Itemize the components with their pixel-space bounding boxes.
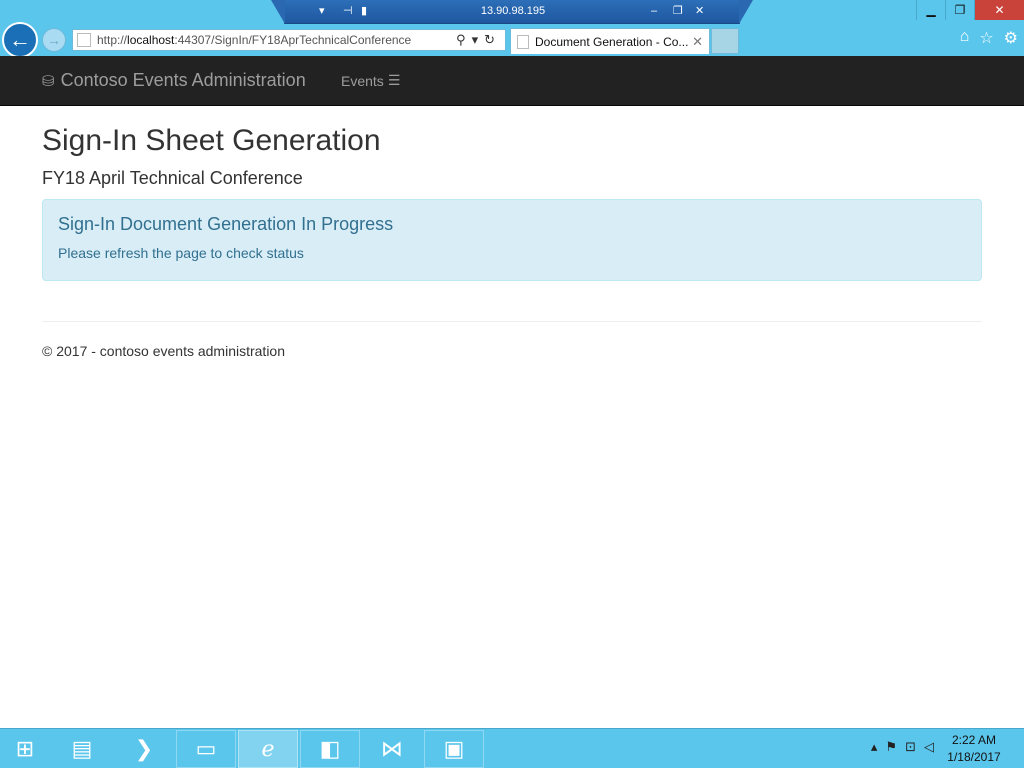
storage-explorer-icon[interactable]: ◧: [300, 730, 360, 768]
tab-close-icon[interactable]: ✕: [692, 34, 703, 50]
nav-events-link[interactable]: Events ☰: [341, 72, 400, 89]
visual-studio-icon[interactable]: ⋈: [362, 730, 422, 768]
dropdown-icon[interactable]: ▾: [472, 32, 485, 47]
brand-link[interactable]: ⛁ Contoso Events Administration: [42, 70, 306, 91]
volume-icon[interactable]: ◁: [924, 739, 934, 755]
internet-explorer-icon[interactable]: ℯ: [238, 730, 298, 768]
clock-time: 2:22 AM: [951, 733, 997, 747]
url-path: :44307/SignIn/FY18AprTechnicalConference: [174, 33, 412, 47]
browser-toolbar: ⌂ ☆ ⚙: [960, 28, 1018, 48]
alert-text: Please refresh the page to check status: [58, 245, 304, 261]
restore-button[interactable]: ❐: [945, 0, 974, 20]
page-icon: [77, 33, 91, 47]
address-bar[interactable]: http://localhost:44307/SignIn/FY18AprTec…: [72, 29, 506, 51]
minimize-button[interactable]: ▁: [916, 0, 945, 20]
remote-connection-bar: ▾ ⊣ ▮ 13.90.98.195 – ❐ ✕: [271, 0, 753, 24]
forward-button[interactable]: →: [42, 28, 66, 52]
brand-label: Contoso Events Administration: [60, 70, 306, 90]
clock[interactable]: 2:22 AM 1/18/2017: [944, 732, 1004, 766]
back-button[interactable]: ←: [2, 22, 38, 58]
rdp-restore-icon[interactable]: ❐: [673, 4, 683, 18]
list-icon: ☰: [387, 72, 401, 88]
tab-title: Document Generation - Co...: [535, 34, 689, 49]
forward-arrow-icon: →: [47, 32, 61, 48]
alert-title: Sign-In Document Generation In Progress: [58, 214, 394, 234]
home-icon[interactable]: ⌂: [960, 28, 970, 48]
powershell-icon[interactable]: ❯: [114, 730, 174, 768]
favorites-star-icon[interactable]: ☆: [979, 28, 993, 48]
rdp-minimize-icon[interactable]: –: [651, 4, 657, 18]
main-content: Sign-In Sheet Generation FY18 April Tech…: [42, 106, 982, 359]
back-arrow-icon: ←: [9, 27, 31, 52]
rdp-close-icon[interactable]: ✕: [695, 4, 704, 18]
settings-gear-icon[interactable]: ⚙: [1004, 28, 1018, 48]
site-navbar: ⛁ Contoso Events Administration Events ☰: [0, 56, 1024, 106]
show-hidden-icons-icon[interactable]: ▴: [871, 739, 878, 755]
file-explorer-icon[interactable]: ▭: [176, 730, 236, 768]
windows-logo-icon: ⊞: [15, 736, 35, 761]
browser-tab[interactable]: Document Generation - Co... ✕: [510, 28, 710, 54]
system-tray: ▴ ⚑ ⊡ ◁: [871, 739, 934, 755]
page-title: Sign-In Sheet Generation: [42, 124, 381, 157]
refresh-icon[interactable]: ↻: [484, 32, 501, 47]
document-app-icon[interactable]: ▣: [424, 730, 484, 768]
server-manager-icon[interactable]: ▤: [52, 730, 112, 768]
start-button[interactable]: ⊞: [0, 730, 50, 768]
network-icon[interactable]: ⊡: [905, 739, 916, 755]
event-name: FY18 April Technical Conference: [42, 168, 303, 188]
close-button[interactable]: ✕: [974, 0, 1024, 20]
taskbar: ⊞ ▤ ❯ ▭ ℯ ◧ ⋈ ▣ ▴ ⚑ ⊡ ◁ 2:22 AM 1/18/201…: [0, 728, 1024, 768]
nav-events-label: Events: [341, 72, 384, 89]
footer-divider: [42, 321, 982, 322]
status-alert: Sign-In Document Generation In Progress …: [42, 199, 982, 281]
url-host: localhost: [127, 33, 175, 47]
clock-date: 1/18/2017: [947, 750, 1001, 764]
browser-chrome: ▾ ⊣ ▮ 13.90.98.195 – ❐ ✕ ▁ ❐ ✕ ← → http:…: [0, 0, 1024, 58]
footer-text: © 2017 - contoso events administration: [42, 343, 286, 359]
new-tab-button[interactable]: [711, 28, 739, 54]
tab-page-icon: [517, 34, 529, 49]
action-center-icon[interactable]: ⚑: [885, 739, 897, 755]
database-icon: ⛁: [42, 72, 55, 90]
url-prefix: http://: [97, 33, 128, 47]
window-controls: ▁ ❐ ✕: [916, 0, 1024, 20]
search-icon[interactable]: ⚲: [456, 32, 472, 47]
